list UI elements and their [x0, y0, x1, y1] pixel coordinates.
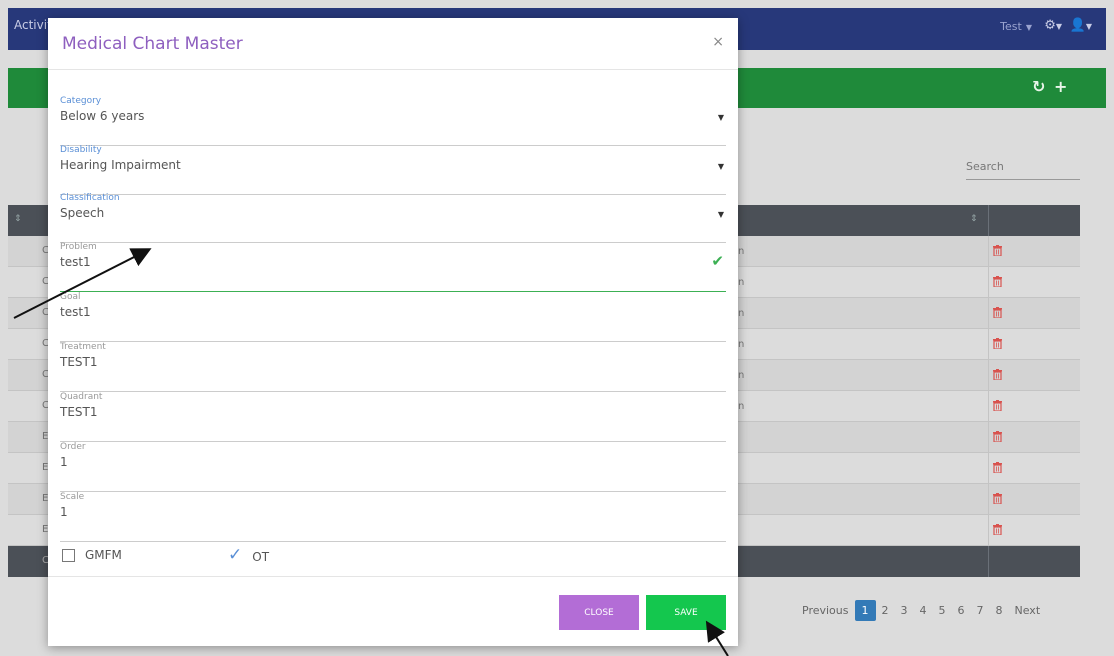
annotation-arrow-problem — [13, 248, 152, 319]
annotation-arrows — [13, 248, 729, 656]
annotation-arrow-save — [705, 620, 729, 656]
